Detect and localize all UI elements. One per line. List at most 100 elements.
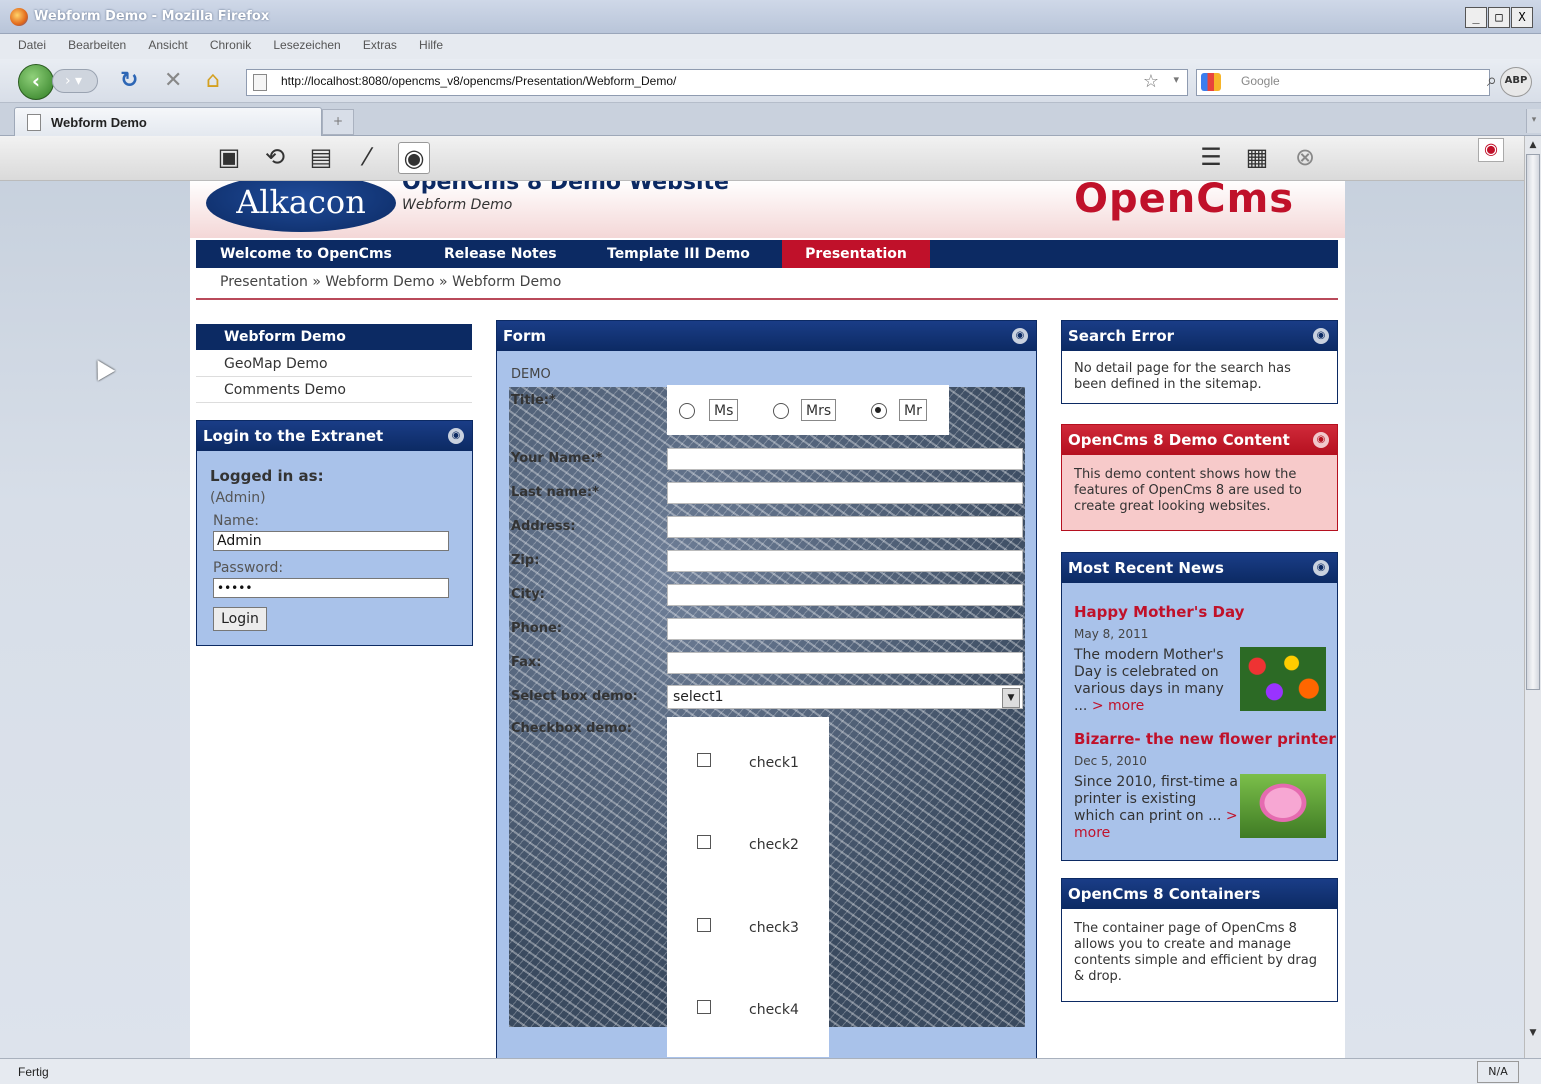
demo-label: DEMO	[511, 367, 551, 382]
city-input[interactable]	[667, 584, 1023, 606]
search-error-header: Search Error ◉	[1062, 321, 1337, 351]
close-button[interactable]: X	[1511, 7, 1533, 28]
address-input[interactable]	[667, 516, 1023, 538]
window-title-bar[interactable]: Webform Demo - Mozilla Firefox _ □ X	[0, 0, 1541, 34]
stop-icon[interactable]: ✕	[164, 69, 182, 93]
name-label: Name:	[213, 513, 260, 529]
minimize-button[interactable]: _	[1465, 7, 1487, 28]
bookmark-star-icon[interactable]: ☆	[1143, 71, 1159, 92]
sitemap-icon[interactable]: ▦	[1242, 142, 1272, 172]
menu-lesezeichen[interactable]: Lesezeichen	[273, 38, 340, 52]
checkbox-1[interactable]	[697, 753, 711, 767]
subnav-geomap-demo[interactable]: GeoMap Demo	[196, 351, 472, 377]
back-button[interactable]: ‹	[18, 64, 54, 100]
news-item-text: The modern Mother's Day is celebrated on…	[1074, 647, 1224, 714]
google-icon[interactable]	[1201, 73, 1221, 91]
search-icon[interactable]: ⌕	[1487, 70, 1497, 91]
flowers-image[interactable]	[1240, 647, 1326, 711]
save-icon[interactable]: ▣	[214, 142, 244, 172]
zip-input[interactable]	[667, 550, 1023, 572]
clipboard-icon[interactable]: ▤	[306, 142, 336, 172]
login-button[interactable]: Login	[213, 607, 267, 631]
menu-bearbeiten[interactable]: Bearbeiten	[68, 38, 126, 52]
options-icon[interactable]: ◉	[1313, 328, 1329, 344]
navigation-toolbar: ‹ › ▾ ↻ ✕ ⌂ http://localhost:8080/opencm…	[0, 59, 1541, 103]
news-item-title[interactable]: Happy Mother's Day	[1074, 603, 1244, 621]
last-name-input[interactable]	[667, 482, 1023, 504]
nav-template-iii[interactable]: Template III Demo	[583, 240, 774, 268]
select-value: select1	[673, 689, 724, 705]
options-icon[interactable]: ◉	[448, 428, 464, 444]
alkacon-logo[interactable]: Alkacon	[206, 174, 396, 232]
checkbox-3-label: check3	[749, 920, 799, 936]
breadcrumb[interactable]: Presentation » Webform Demo » Webform De…	[220, 274, 561, 290]
menu-extras[interactable]: Extras	[363, 38, 397, 52]
nav-presentation[interactable]: Presentation	[782, 240, 930, 268]
login-box: Login to the Extranet ◉ Logged in as: (A…	[196, 420, 473, 646]
tulip-image[interactable]	[1240, 774, 1326, 838]
history-icon[interactable]: ⟲	[260, 142, 290, 172]
radio-ms[interactable]	[679, 403, 695, 419]
home-icon[interactable]: ⌂	[206, 69, 220, 93]
vertical-scrollbar[interactable]: ▲ ▼	[1524, 136, 1541, 1058]
form-title: Form	[503, 327, 546, 345]
magic-wand-icon[interactable]: ⁄	[352, 142, 382, 172]
menu-ansicht[interactable]: Ansicht	[148, 38, 187, 52]
name-field[interactable]: Admin	[213, 531, 449, 551]
close-editor-icon[interactable]: ⊗	[1290, 142, 1320, 172]
checkbox-label: Checkbox demo:	[511, 721, 632, 736]
menu-bar: Datei Bearbeiten Ansicht Chronik Lesezei…	[0, 34, 1541, 59]
checkbox-3[interactable]	[697, 918, 711, 932]
select-dropdown[interactable]: select1 ▼	[667, 685, 1023, 709]
options-icon[interactable]: ◉	[1313, 432, 1329, 448]
options-icon[interactable]: ◉	[1012, 328, 1028, 344]
chevron-down-icon[interactable]: ▼	[1002, 688, 1020, 708]
maximize-button[interactable]: □	[1488, 7, 1510, 28]
checkbox-group: check1 check2 check3 check4	[667, 717, 829, 1057]
url-bar[interactable]: http://localhost:8080/opencms_v8/opencms…	[246, 69, 1188, 96]
url-dropdown-icon[interactable]: ▾	[1173, 73, 1179, 86]
adblock-button[interactable]: ABP	[1500, 67, 1532, 97]
fax-input[interactable]	[667, 652, 1023, 674]
checkbox-2[interactable]	[697, 835, 711, 849]
field-label-address: Address:	[511, 519, 576, 534]
subnav-comments-demo[interactable]: Comments Demo	[196, 377, 472, 403]
target-icon[interactable]: ◉	[398, 142, 430, 174]
tab-list-icon[interactable]: ▾	[1526, 109, 1541, 133]
password-field[interactable]: •••••	[213, 578, 449, 598]
name-input[interactable]	[667, 448, 1023, 470]
url-text: http://localhost:8080/opencms_v8/opencms…	[281, 74, 677, 88]
target-toggle-icon[interactable]: ◉	[1478, 138, 1504, 162]
radio-mr[interactable]	[871, 403, 887, 419]
properties-icon[interactable]: ☰	[1196, 142, 1226, 172]
news-item-title[interactable]: Bizarre- the new flower printer	[1074, 730, 1336, 748]
site-subtitle: Webform Demo	[402, 197, 513, 213]
phone-input[interactable]	[667, 618, 1023, 640]
more-link[interactable]: > more	[1092, 698, 1144, 714]
opencms-logo[interactable]: OpenCms	[1074, 176, 1294, 222]
nav-welcome[interactable]: Welcome to OpenCms	[196, 240, 416, 268]
scroll-up-icon[interactable]: ▲	[1526, 138, 1540, 152]
nav-release-notes[interactable]: Release Notes	[420, 240, 581, 268]
menu-chronik[interactable]: Chronik	[210, 38, 251, 52]
checkbox-4[interactable]	[697, 1000, 711, 1014]
forward-button[interactable]: › ▾	[52, 69, 98, 93]
scroll-down-icon[interactable]: ▼	[1526, 1026, 1540, 1040]
search-input[interactable]: Google ⌕	[1196, 69, 1497, 96]
tab-webform-demo[interactable]: Webform Demo	[14, 107, 322, 137]
window-title: Webform Demo - Mozilla Firefox	[34, 9, 270, 24]
password-label: Password:	[213, 560, 284, 576]
scrollbar-thumb[interactable]	[1526, 154, 1540, 690]
reload-icon[interactable]: ↻	[120, 69, 138, 93]
new-tab-button[interactable]: +	[322, 109, 354, 135]
subnav-webform-demo[interactable]: Webform Demo	[196, 324, 472, 350]
menu-datei[interactable]: Datei	[18, 38, 46, 52]
search-error-box: Search Error ◉ No detail page for the se…	[1061, 320, 1338, 404]
menu-hilfe[interactable]: Hilfe	[419, 38, 443, 52]
form-box-header: Form ◉	[497, 321, 1036, 351]
options-icon[interactable]: ◉	[1313, 560, 1329, 576]
radio-mrs[interactable]	[773, 403, 789, 419]
demo-content-title: OpenCms 8 Demo Content	[1068, 431, 1290, 449]
logged-in-label: Logged in as:	[210, 467, 324, 485]
divider	[196, 298, 1338, 300]
